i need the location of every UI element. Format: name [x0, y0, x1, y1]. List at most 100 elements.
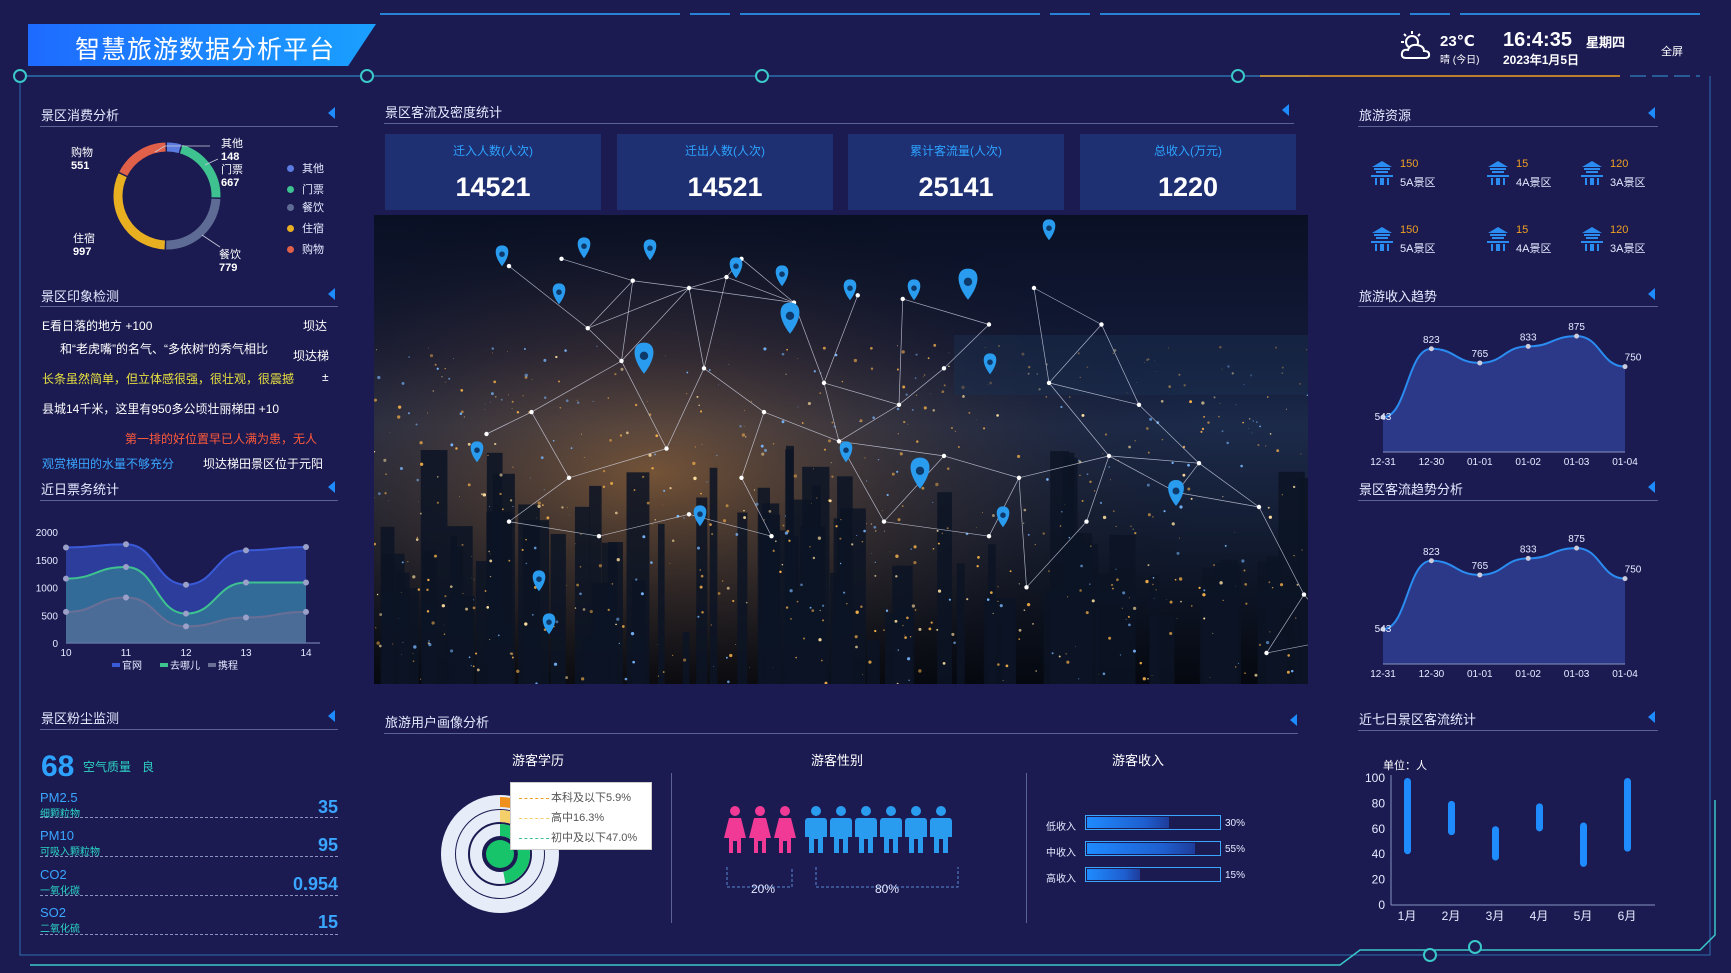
city-light — [941, 390, 945, 393]
city-light — [558, 380, 561, 383]
section-title-portrait: 旅游用户画像分析 — [385, 715, 490, 730]
city-light — [741, 433, 746, 437]
city-light — [839, 562, 842, 565]
legend-item-food[interactable]: 餐饮 — [287, 199, 324, 215]
city-light — [908, 679, 910, 681]
city-light — [953, 641, 956, 645]
city-light — [602, 469, 606, 473]
city-light — [579, 565, 582, 568]
resource-item: 150 5A景区 — [1362, 158, 1462, 194]
building — [1050, 451, 1070, 684]
network-node — [1264, 650, 1269, 656]
section-arrow-icon — [1282, 104, 1289, 116]
city-light — [565, 676, 569, 680]
person-body — [905, 818, 927, 853]
city-light — [983, 427, 986, 430]
location-pin-dot — [499, 251, 505, 257]
city-light — [828, 499, 832, 503]
city-light — [996, 414, 999, 417]
city-light — [574, 607, 577, 609]
building — [937, 492, 953, 684]
donut-slice-购物 — [119, 142, 166, 177]
ticket-point — [243, 547, 249, 554]
city-light — [1145, 427, 1149, 430]
ticket-x-tick: 10 — [60, 648, 72, 659]
city-network-map[interactable] — [374, 215, 1308, 684]
section-arrow-icon — [328, 107, 335, 119]
building — [763, 530, 790, 684]
section-title-resources: 旅游资源 — [1359, 108, 1412, 123]
city-light — [937, 542, 940, 545]
city-light — [1203, 589, 1206, 592]
ticket-point — [123, 541, 129, 548]
city-light — [1080, 564, 1083, 568]
city-light — [853, 358, 858, 363]
city-light — [501, 508, 504, 511]
city-light — [543, 358, 547, 362]
city-light — [1235, 404, 1237, 406]
city-light — [1002, 680, 1004, 682]
bar-x-tick: 1月 — [1398, 909, 1417, 923]
legend-item-other[interactable]: 其他 — [287, 160, 324, 176]
city-light — [486, 606, 490, 609]
city-light — [1285, 408, 1287, 410]
trend-x-tick: 01-01 — [1467, 457, 1493, 468]
city-light — [398, 618, 400, 620]
city-light — [475, 652, 478, 655]
city-light — [462, 592, 464, 594]
network-node — [686, 512, 692, 517]
income-label: 低收入 — [1046, 822, 1076, 833]
seven-day-bar-chart: 100 80 60 40 20 0 1月 2月 3月 4月 5月 6月 — [1365, 771, 1655, 923]
city-light — [1265, 445, 1267, 447]
city-light — [657, 644, 658, 645]
city-light — [1240, 464, 1243, 468]
ticket-point — [63, 544, 69, 551]
legend-item-shopping[interactable]: 购物 — [287, 241, 324, 257]
city-light — [790, 617, 792, 620]
stat-value: 1220 — [1157, 172, 1219, 202]
city-light — [1202, 593, 1206, 597]
city-light — [1241, 559, 1245, 563]
city-light — [873, 525, 877, 529]
city-light — [610, 482, 614, 485]
impression-line: 观赏梯田的水量不够充分 — [42, 457, 175, 471]
city-light — [861, 540, 864, 543]
fullscreen-button[interactable]: 全屏 — [1661, 43, 1683, 59]
partly-cloudy-icon — [1400, 31, 1431, 59]
city-light — [694, 446, 697, 448]
network-node — [1016, 475, 1022, 480]
city-light — [1152, 577, 1155, 579]
network-node — [1099, 322, 1104, 327]
city-light — [652, 524, 653, 525]
city-light — [377, 492, 381, 496]
legend-item-hotel[interactable]: 住宿 — [287, 220, 324, 236]
city-light — [544, 396, 547, 399]
resource-label: 5A景区 — [1400, 243, 1436, 255]
city-light — [997, 600, 999, 602]
city-light — [412, 660, 415, 663]
city-light — [727, 680, 730, 684]
city-light — [1145, 579, 1149, 584]
network-node — [1031, 285, 1037, 291]
city-light — [1237, 662, 1240, 665]
dashboard-root: 智慧旅游数据分析平台 23℃ 晴 (今日) 16:4:35 星期四 2023年1… — [0, 0, 1731, 973]
ticket-x-tick: 11 — [121, 648, 132, 659]
education-legend-item: 初中及以下47.0% — [519, 829, 637, 845]
legend-item-ticket[interactable]: 门票 — [287, 181, 324, 197]
city-light — [488, 505, 491, 508]
person-head — [811, 806, 821, 816]
section-title-consumption: 景区消费分析 — [41, 108, 120, 123]
city-light — [400, 591, 402, 593]
city-light — [986, 598, 990, 601]
person-head — [730, 806, 740, 816]
location-pin-dot — [546, 619, 552, 625]
impression-line: 县城14千米，这里有950多公顷壮丽梯田 +10 — [42, 402, 280, 416]
city-light — [896, 407, 900, 411]
city-light — [781, 563, 784, 566]
bar-x-tick: 4月 — [1530, 909, 1549, 923]
city-light — [512, 506, 514, 508]
city-light — [566, 584, 567, 586]
ticket-legend-官网: 官网 — [122, 659, 142, 672]
city-light — [1009, 570, 1012, 573]
person-body — [855, 818, 877, 853]
